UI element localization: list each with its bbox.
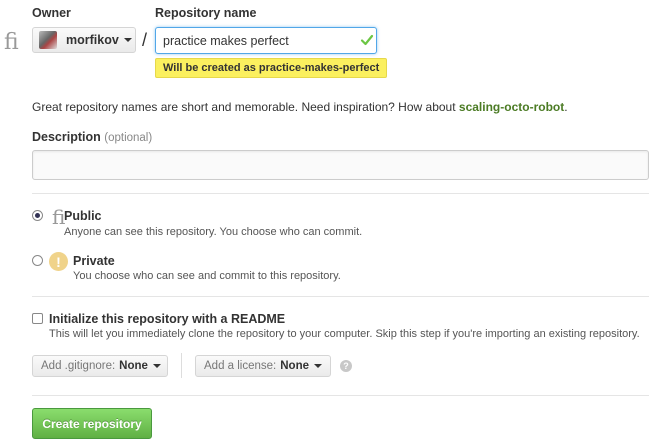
caret-down-icon: [152, 364, 161, 368]
init-readme-checkbox[interactable]: [32, 313, 43, 324]
private-title: Private: [73, 254, 115, 268]
owner-label: Owner: [32, 6, 71, 20]
repo-name-flash: Will be created as practice-makes-perfec…: [155, 58, 388, 78]
tip-text: Great repository names are short and mem…: [32, 100, 459, 114]
description-input[interactable]: [32, 150, 649, 180]
caret-down-icon: [123, 38, 132, 42]
gitignore-select[interactable]: Add .gitignore: None: [32, 355, 168, 377]
help-icon[interactable]: ?: [340, 360, 352, 372]
owner-name: morfikov: [66, 33, 119, 47]
license-label: Add a license:: [204, 360, 277, 372]
license-value: None: [280, 360, 309, 372]
private-description: You choose who can see and commit to thi…: [73, 270, 341, 282]
init-readme-description: This will let you immediately clone the …: [49, 328, 640, 340]
tip-end: .: [564, 100, 568, 114]
divider: [32, 395, 649, 396]
license-select[interactable]: Add a license: None: [195, 355, 331, 377]
description-label-text: Description: [32, 130, 101, 144]
divider: [32, 296, 649, 297]
create-repository-button[interactable]: Create repository: [32, 408, 152, 439]
name-suggestion-text: Great repository names are short and mem…: [32, 100, 568, 114]
gitignore-label: Add .gitignore:: [41, 360, 116, 372]
divider: [32, 193, 649, 194]
checkmark-icon: [360, 34, 374, 46]
lock-warning-icon: !: [49, 252, 68, 271]
repo-name-input[interactable]: [155, 27, 377, 54]
public-radio[interactable]: [32, 210, 43, 221]
gitignore-value: None: [119, 360, 148, 372]
repo-book-icon: ﬁ: [4, 30, 19, 55]
select-separator: [181, 353, 182, 378]
description-label: Description (optional): [32, 130, 152, 144]
init-readme-title: Initialize this repository with a README: [49, 312, 286, 326]
owner-dropdown[interactable]: morfikov: [32, 27, 136, 53]
suggested-name-link[interactable]: scaling-octo-robot: [459, 100, 564, 114]
owner-repo-separator: /: [142, 30, 148, 50]
optional-hint: (optional): [104, 132, 153, 144]
public-description: Anyone can see this repository. You choo…: [64, 226, 363, 238]
avatar: [39, 31, 57, 49]
repo-name-label: Repository name: [155, 6, 257, 20]
private-radio[interactable]: [32, 255, 43, 266]
caret-down-icon: [314, 364, 322, 368]
public-title: Public: [64, 209, 102, 223]
